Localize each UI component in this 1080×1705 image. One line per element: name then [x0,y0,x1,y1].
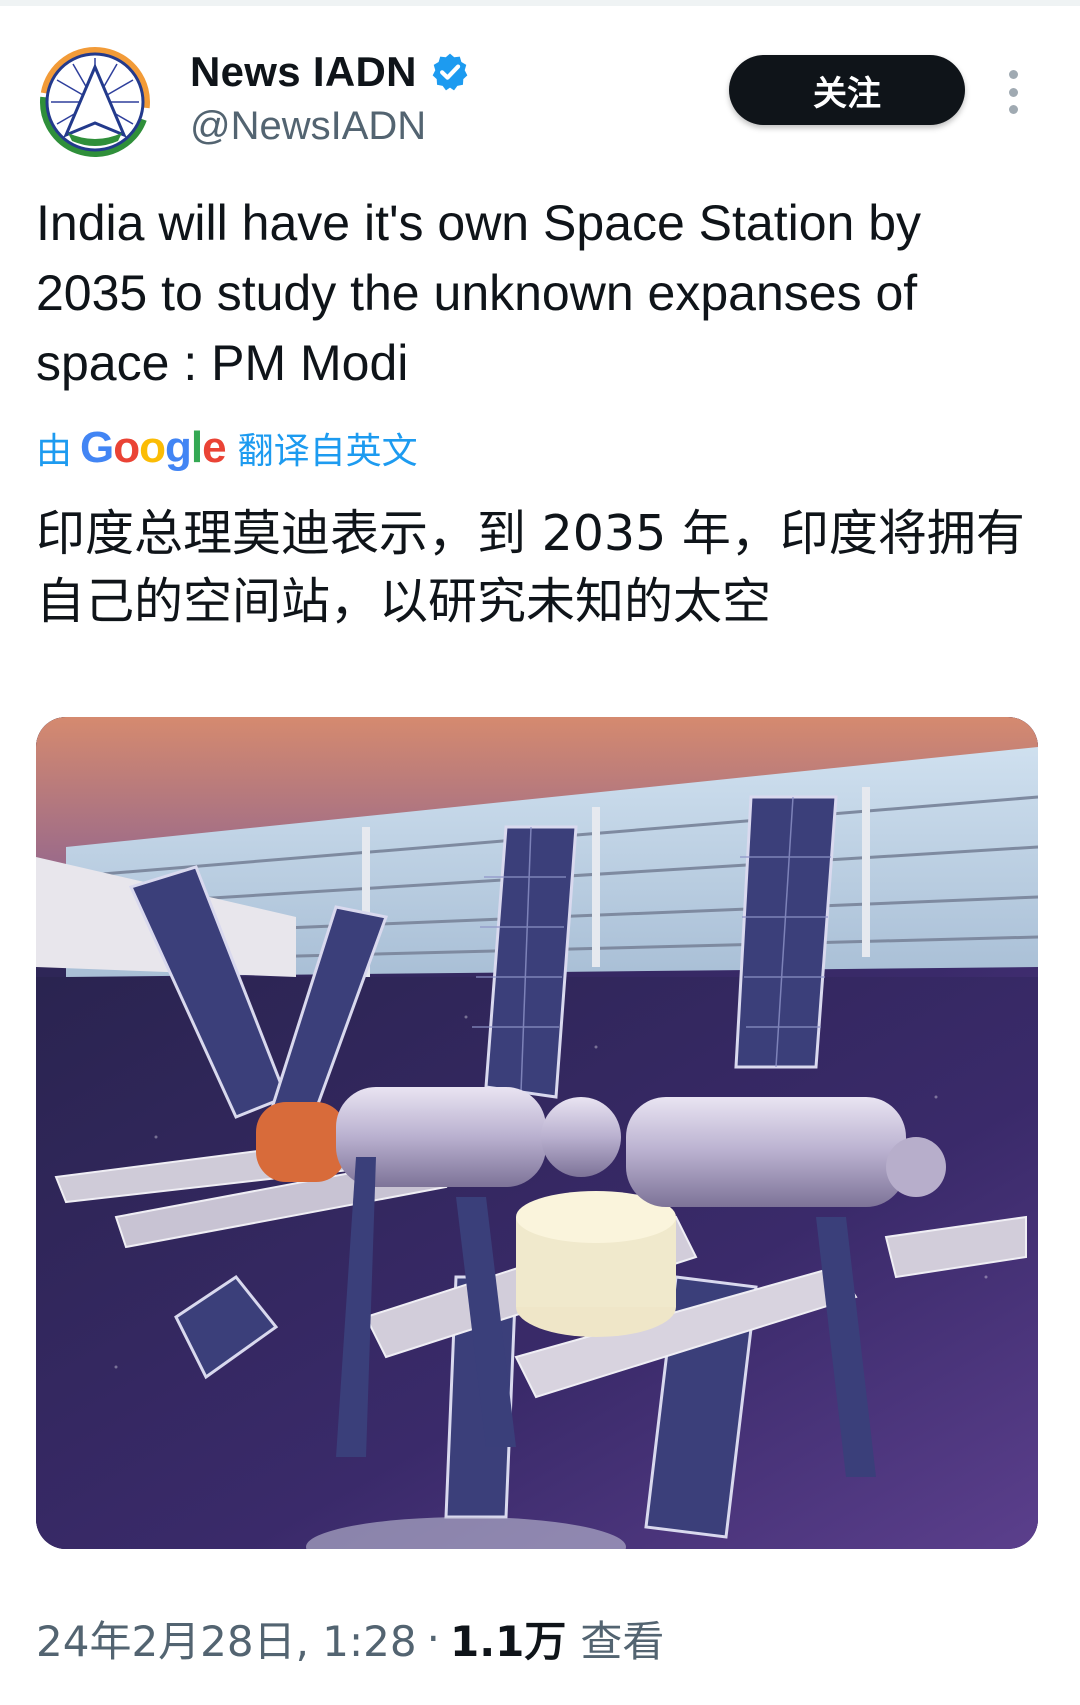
tweet-text: India will have it's own Space Station b… [36,195,922,391]
more-dot [1008,87,1018,97]
translation-suffix: 翻译自英文 [237,431,418,472]
author-avatar[interactable] [38,45,152,159]
author-display-name[interactable]: News IADN [190,48,417,96]
iadn-logo-icon [38,45,152,159]
more-vertical-icon[interactable] [1003,70,1023,114]
author-handle[interactable]: @NewsIADN [190,104,426,149]
tweet-media-photo[interactable] [36,717,1038,1549]
tweet-meta: 24年2月28日, 1:28 · 1.1万 查看 [36,1608,664,1668]
google-logo-icon: Google [80,423,227,472]
top-divider [0,0,1080,6]
more-dot [1008,70,1018,79]
translation-attribution[interactable]: 由 Google 翻译自英文 [36,420,418,476]
meta-separator: · [426,1613,440,1663]
views-label: 查看 [580,1616,665,1666]
views-count: 1.1万 [450,1616,567,1666]
translation-prefix: 由 [36,431,73,472]
author-name-row: News IADN [190,46,471,98]
tweet-timestamp[interactable]: 24年2月28日, 1:28 [36,1608,417,1669]
verified-badge-icon [429,51,471,93]
more-dot [1008,105,1018,114]
space-station-model-image [36,717,1038,1549]
translated-text: 印度总理莫迪表示，到 2035 年，印度将拥有自己的空间站，以研究未知的太空 [36,505,1025,630]
follow-button[interactable]: 关注 [729,55,965,125]
